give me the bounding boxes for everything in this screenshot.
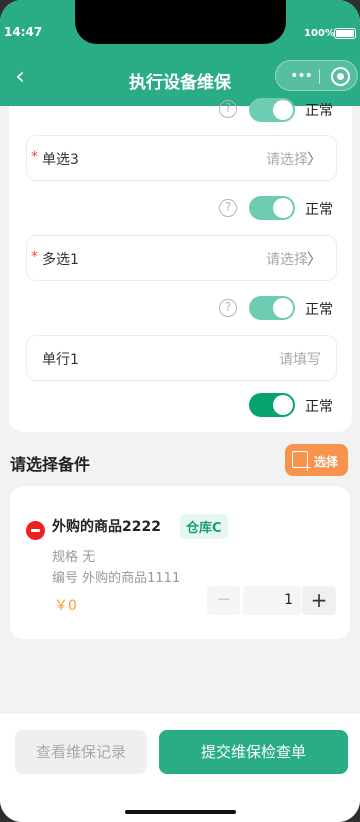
field-label: 多选1 xyxy=(42,252,79,268)
status-label: 正常 xyxy=(305,202,333,218)
required-mark: * xyxy=(31,249,38,265)
status-label: 正常 xyxy=(305,399,333,415)
field-label: 单行1 xyxy=(42,352,79,368)
help-icon[interactable]: ? xyxy=(219,100,237,118)
field-placeholder: 请选择 xyxy=(266,152,308,168)
increment-button[interactable]: + xyxy=(302,586,336,615)
single-line-1-field[interactable]: 单行1 请填写 xyxy=(26,335,337,381)
spare-part-card: 外购的商品2222 仓库C 规格 无 编号 外购的商品1111 ￥0 − 1 + xyxy=(10,486,350,639)
status-label: 正常 xyxy=(305,103,333,119)
chevron-right-icon: 〉 xyxy=(306,250,322,268)
footer-bar: 查看维保记录 提交维保检查单 xyxy=(0,714,360,822)
status-toggle[interactable] xyxy=(249,196,295,220)
part-spec: 规格 无 xyxy=(52,550,96,565)
quantity-input[interactable]: 1 xyxy=(243,586,301,615)
part-code: 编号 外购的商品1111 xyxy=(52,571,181,586)
toggle-knob xyxy=(273,395,293,415)
field-placeholder: 请选择 xyxy=(266,252,308,268)
status-toggle[interactable] xyxy=(249,393,295,417)
check-items-card: ? 正常 * 单选3 请选择 〉 ? 正常 * 多选1 请选择 〉 ? 正常 单… xyxy=(9,98,352,432)
toggle-knob xyxy=(273,198,293,218)
parts-section-title: 请选择备件 xyxy=(10,455,91,474)
chevron-right-icon: 〉 xyxy=(306,150,322,168)
required-mark: * xyxy=(31,149,38,165)
device-notch xyxy=(75,0,286,44)
status-toggle[interactable] xyxy=(249,98,295,122)
status-label: 正常 xyxy=(305,302,333,318)
field-label: 单选3 xyxy=(42,152,79,168)
app-screen: 14:47 100% ‹ 执行设备维保 ••• ? 正常 * 单选3 请选择 〉… xyxy=(0,0,360,822)
status-toggle[interactable] xyxy=(249,296,295,320)
single-select-3-field[interactable]: * 单选3 请选择 〉 xyxy=(26,135,337,181)
help-icon[interactable]: ? xyxy=(219,199,237,217)
add-document-icon xyxy=(292,451,312,473)
submit-checklist-button[interactable]: 提交维保检查单 xyxy=(159,730,348,774)
decrement-button[interactable]: − xyxy=(207,586,240,615)
select-button-label: 选择 xyxy=(314,455,339,469)
battery-icon xyxy=(334,28,356,39)
battery-percent: 100% xyxy=(304,28,335,39)
status-time: 14:47 xyxy=(4,25,43,39)
toggle-knob xyxy=(273,100,293,120)
view-records-button[interactable]: 查看维保记录 xyxy=(15,730,147,774)
toggle-knob xyxy=(273,298,293,318)
part-name: 外购的商品2222 xyxy=(52,519,161,535)
remove-icon[interactable] xyxy=(26,521,45,540)
target-icon[interactable] xyxy=(331,67,350,86)
header: 14:47 100% ‹ 执行设备维保 ••• xyxy=(0,0,360,106)
home-indicator xyxy=(125,810,236,814)
part-price: ￥0 xyxy=(54,598,77,614)
select-parts-button[interactable]: 选择 xyxy=(285,444,348,476)
field-placeholder: 请填写 xyxy=(279,352,321,368)
multi-select-1-field[interactable]: * 多选1 请选择 〉 xyxy=(26,235,337,281)
help-icon[interactable]: ? xyxy=(219,299,237,317)
warehouse-badge: 仓库C xyxy=(180,514,228,539)
capsule-divider xyxy=(319,69,320,84)
mini-program-capsule: ••• xyxy=(275,60,358,91)
more-icon[interactable]: ••• xyxy=(288,69,314,83)
